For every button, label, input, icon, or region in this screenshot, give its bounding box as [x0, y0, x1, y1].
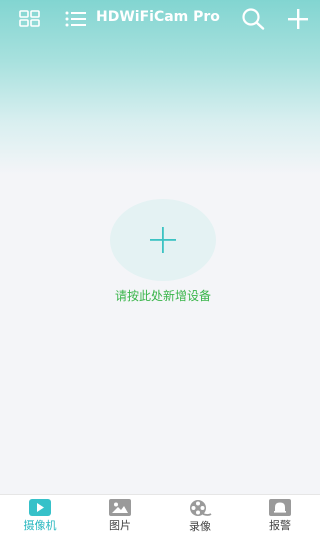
play-icon	[29, 499, 51, 516]
list-icon	[65, 11, 86, 27]
plus-icon	[288, 9, 308, 29]
tab-camera[interactable]: 摄像机	[0, 495, 80, 534]
list-view-button[interactable]	[62, 6, 90, 32]
add-button[interactable]	[284, 6, 312, 32]
tab-label: 图片	[109, 519, 131, 532]
bell-icon	[269, 499, 291, 516]
add-device-hint[interactable]: 请按此处新增设备	[0, 287, 320, 304]
top-toolbar: HDWiFiCam Pro	[0, 0, 320, 38]
grid-icon	[19, 10, 40, 27]
film-reel-icon	[190, 500, 212, 516]
bottom-tab-bar: 摄像机 图片 录像 报警	[0, 494, 320, 534]
add-device-button[interactable]	[110, 199, 216, 281]
image-icon	[109, 499, 131, 516]
tab-label: 摄像机	[23, 519, 57, 532]
tab-pictures[interactable]: 图片	[80, 495, 160, 534]
search-button[interactable]	[239, 6, 267, 32]
search-icon	[242, 8, 265, 30]
tab-alarms[interactable]: 报警	[240, 495, 320, 534]
app-title: HDWiFiCam Pro	[96, 9, 220, 25]
tab-label: 录像	[189, 520, 211, 533]
grid-view-button[interactable]	[16, 6, 44, 32]
plus-icon	[150, 227, 176, 253]
tab-label: 报警	[269, 519, 291, 532]
tab-recordings[interactable]: 录像	[160, 495, 240, 534]
